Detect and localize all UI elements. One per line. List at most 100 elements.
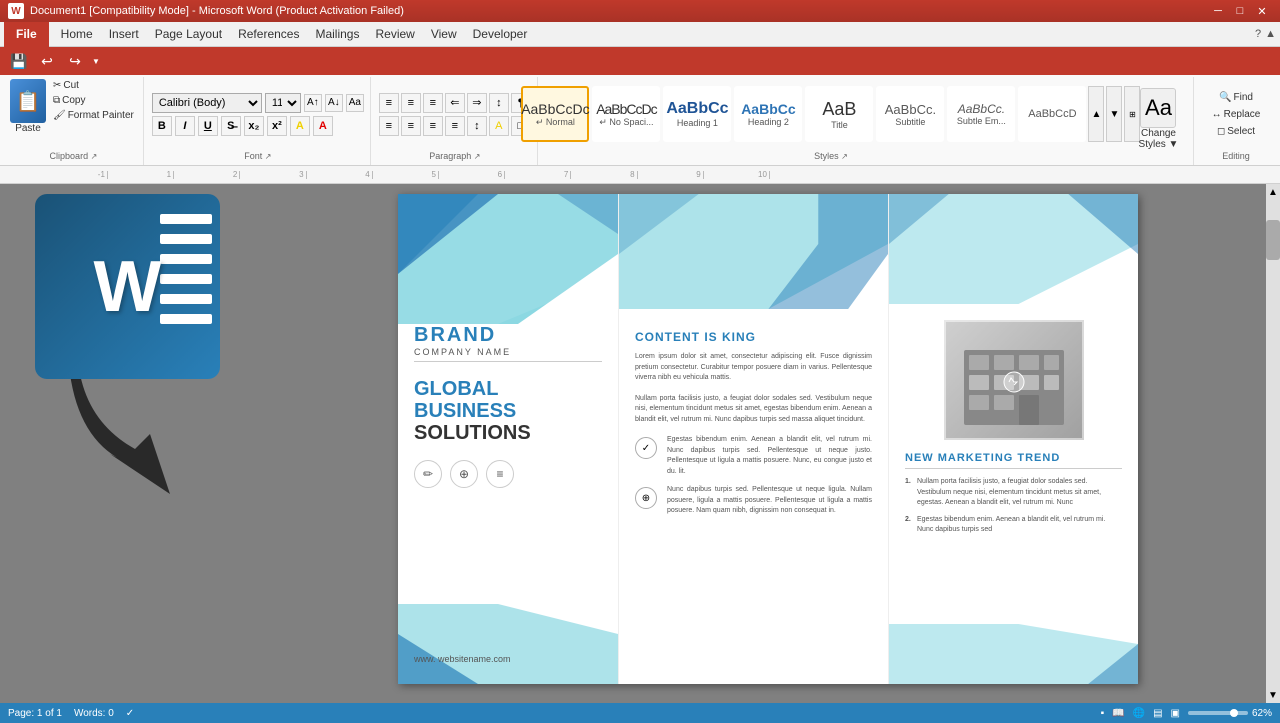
menu-mailings[interactable]: Mailings (307, 22, 367, 47)
justify-button[interactable]: ≡ (445, 116, 465, 136)
find-button[interactable]: 🔍Find (1216, 91, 1256, 104)
paste-label: Paste (15, 123, 41, 134)
style-title[interactable]: AaB Title (805, 86, 873, 142)
numbered-button[interactable]: ≡ (401, 93, 421, 113)
qa-save-button[interactable]: 💾 (8, 50, 30, 72)
increase-indent-button[interactable]: ⇒ (467, 93, 487, 113)
styles-scroll-up[interactable]: ▲ (1088, 86, 1104, 142)
view-web-icon[interactable]: 🌐 (1133, 708, 1145, 719)
icon-add[interactable]: ⊕ (450, 460, 478, 488)
underline-button[interactable]: U (198, 116, 218, 136)
style-heading2-label: Heading 2 (748, 117, 789, 127)
font-shrink-button[interactable]: A↓ (325, 94, 343, 112)
word-logo-panel: W (0, 184, 270, 703)
close-button[interactable]: ✕ (1252, 5, 1272, 18)
sort-button[interactable]: ↕ (489, 93, 509, 113)
bold-button[interactable]: B (152, 116, 172, 136)
align-left-button[interactable]: ≡ (379, 116, 399, 136)
zoom-control[interactable]: 62% (1188, 708, 1272, 719)
icon-menu[interactable]: ≡ (486, 460, 514, 488)
qa-undo-button[interactable]: ↩ (36, 50, 58, 72)
ribbon-group-styles: AaBbCcDc ↵ Normal AaBbCcDc ↵ No Spaci...… (540, 77, 1122, 165)
decrease-indent-button[interactable]: ⇐ (445, 93, 465, 113)
style-subtle-ref[interactable]: AaBbCcD (1018, 86, 1086, 142)
change-styles-button[interactable]: Aa ChangeStyles ▼ (1131, 84, 1187, 154)
copy-button[interactable]: ⧉Copy (50, 94, 137, 107)
strikethrough-button[interactable]: S̶ (221, 116, 241, 136)
icon-edit[interactable]: ✏ (414, 460, 442, 488)
format-painter-button[interactable]: 🖌Format Painter (50, 109, 137, 122)
styles-scroll-down[interactable]: ▼ (1106, 86, 1122, 142)
minimize-button[interactable]: ─ (1208, 5, 1228, 18)
title-bar-text: Document1 [Compatibility Mode] - Microso… (30, 5, 404, 17)
menu-review[interactable]: Review (367, 22, 422, 47)
word-count: Words: 0 (74, 708, 114, 719)
style-heading1[interactable]: AaBbCc Heading 1 (663, 86, 731, 142)
font-face-select[interactable]: Calibri (Body) (152, 93, 262, 113)
mid-top-decoration (619, 194, 888, 309)
marketing-divider (905, 468, 1122, 469)
scroll-down-button[interactable]: ▼ (1266, 687, 1280, 703)
replace-button[interactable]: ↔Replace (1209, 108, 1264, 121)
multilevel-button[interactable]: ≡ (423, 93, 443, 113)
align-center-button[interactable]: ≡ (401, 116, 421, 136)
style-subtle-em-label: Subtle Em... (957, 116, 1006, 126)
font-size-select[interactable]: 11 (265, 93, 301, 113)
style-heading2[interactable]: AaBbCc Heading 2 (734, 86, 802, 142)
subscript-button[interactable]: x₂ (244, 116, 264, 136)
font-grow-button[interactable]: A↑ (304, 94, 322, 112)
style-normal[interactable]: AaBbCcDc ↵ Normal (521, 86, 589, 142)
style-heading1-label: Heading 1 (677, 118, 718, 128)
view-draft-icon[interactable]: ▣ (1171, 708, 1180, 719)
style-nospace[interactable]: AaBbCcDc ↵ No Spaci... (592, 86, 660, 142)
menu-home[interactable]: Home (53, 22, 101, 47)
ruler-mark: -1 (70, 171, 108, 179)
view-reading-icon[interactable]: 📖 (1112, 708, 1124, 719)
menu-view[interactable]: View (423, 22, 465, 47)
ruler-mark: 7 (505, 171, 571, 179)
scroll-thumb[interactable] (1266, 220, 1280, 260)
scroll-up-button[interactable]: ▲ (1266, 184, 1280, 200)
document-canvas[interactable]: BRAND COMPANY NAME GLOBAL BUSINESS SOLUT… (270, 184, 1266, 703)
italic-button[interactable]: I (175, 116, 195, 136)
vertical-scrollbar[interactable]: ▲ ▼ (1266, 184, 1280, 703)
solutions-text: SOLUTIONS (414, 422, 602, 444)
qa-dropdown-button[interactable]: ▼ (92, 57, 100, 66)
view-outline-icon[interactable]: ▤ (1153, 708, 1162, 719)
left-bottom-decoration (398, 604, 618, 684)
style-title-label: Title (831, 120, 848, 130)
align-right-button[interactable]: ≡ (423, 116, 443, 136)
cut-button[interactable]: ✂Cut (50, 79, 137, 92)
bullets-button[interactable]: ≡ (379, 93, 399, 113)
zoom-slider[interactable] (1188, 711, 1248, 715)
menu-developer[interactable]: Developer (465, 22, 536, 47)
menu-references[interactable]: References (230, 22, 307, 47)
line-spacing-button[interactable]: ↕ (467, 116, 487, 136)
title-bar-controls[interactable]: ─ □ ✕ (1208, 5, 1272, 18)
clear-format-button[interactable]: Aa (346, 94, 364, 112)
file-menu-button[interactable]: File (4, 22, 49, 47)
restore-button[interactable]: □ (1230, 5, 1250, 18)
select-button[interactable]: ◻Select (1214, 125, 1258, 138)
shading-button[interactable]: A (489, 116, 509, 136)
menu-page-layout[interactable]: Page Layout (147, 22, 230, 47)
view-normal-icon[interactable]: ▪ (1101, 708, 1105, 719)
style-subtitle-label: Subtitle (895, 117, 925, 127)
editing-label: Editing (1222, 151, 1250, 163)
ribbon-group-paragraph: ≡ ≡ ≡ ⇐ ⇒ ↕ ¶ ≡ ≡ ≡ ≡ ↕ A (373, 77, 538, 165)
mid-text-1: Egestas bibendum enim. Aenean a blandit … (667, 435, 872, 477)
ribbon-group-clipboard: 📋 Paste ✂Cut ⧉Copy 🖌Format Painter Clipb… (4, 77, 144, 165)
menu-insert[interactable]: Insert (101, 22, 147, 47)
font-color-button[interactable]: A (313, 116, 333, 136)
zoom-thumb (1230, 709, 1238, 717)
highlight-button[interactable]: A (290, 116, 310, 136)
menu-right-controls[interactable]: ?▲ (1255, 28, 1276, 40)
brochure-right-panel: NEW MARKETING TREND 1. Nullam porta faci… (888, 194, 1138, 684)
style-subtle-em[interactable]: AaBbCc. Subtle Em... (947, 86, 1015, 142)
paste-button[interactable]: 📋 Paste (10, 79, 46, 134)
brand-divider (414, 361, 602, 362)
superscript-button[interactable]: x² (267, 116, 287, 136)
ribbon: 📋 Paste ✂Cut ⧉Copy 🖌Format Painter Clipb… (0, 75, 1280, 166)
style-subtitle[interactable]: AaBbCc. Subtitle (876, 86, 944, 142)
qa-redo-button[interactable]: ↪ (64, 50, 86, 72)
